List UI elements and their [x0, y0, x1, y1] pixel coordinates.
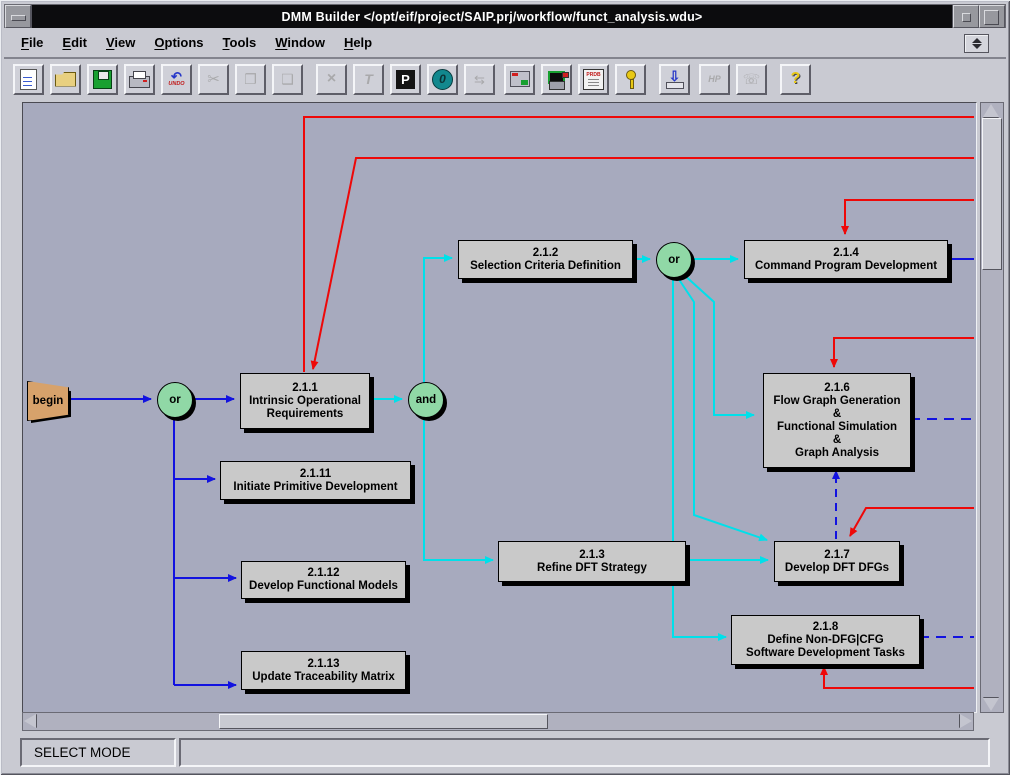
copy-button[interactable]: ❐ [235, 64, 266, 95]
cut-button[interactable]: ✂ [198, 64, 229, 95]
scroll-right-arrow[interactable] [960, 714, 972, 728]
menu-options[interactable]: Options [154, 35, 203, 50]
minimize-icon [962, 13, 971, 22]
hp-icon: HP [708, 75, 721, 84]
toolbar: UNDO ✂ ❐ ❑ × T P 0 ⇆ PRDB HP ☏ ? [4, 59, 1006, 99]
edge-red-to-2.1.6[interactable] [834, 338, 974, 367]
work-area: begin or and or 2.1.1 Intrinsic Operatio… [20, 100, 1003, 732]
menu-help[interactable]: Help [344, 35, 372, 50]
link-tool-button[interactable]: ⇆ [464, 64, 495, 95]
process-tool-button[interactable]: P [390, 64, 421, 95]
task-node-2-1-1[interactable]: 2.1.1 Intrinsic Operational Requirements [240, 373, 370, 429]
edge-and-2.1.3[interactable] [424, 417, 493, 560]
new-document-icon [20, 69, 37, 90]
mode-indicator: SELECT MODE [20, 738, 176, 767]
layers-button[interactable] [541, 64, 572, 95]
task-node-2-1-6[interactable]: 2.1.6 Flow Graph Generation & Functional… [763, 373, 911, 468]
pushpin-icon [626, 70, 636, 80]
junction-and[interactable]: and [408, 382, 444, 418]
scroll-up-arrow[interactable] [983, 104, 999, 117]
pane-sash-button[interactable] [964, 34, 989, 53]
menu-view[interactable]: View [106, 35, 135, 50]
title-bar: DMM Builder </opt/eif/project/SAIP.prj/w… [4, 4, 1006, 29]
workflow-canvas[interactable]: begin or and or 2.1.1 Intrinsic Operatio… [22, 102, 977, 713]
task-node-2-1-11[interactable]: 2.1.11 Initiate Primitive Development [220, 461, 411, 500]
printer-icon [129, 76, 150, 88]
edge-and-2.1.2[interactable] [424, 258, 452, 383]
machine-config-button[interactable] [504, 64, 535, 95]
scroll-left-arrow[interactable] [24, 714, 36, 728]
delete-button[interactable]: × [316, 64, 347, 95]
sash-up-icon [972, 38, 982, 43]
zero-circle-icon: 0 [432, 69, 453, 90]
horizontal-scroll-thumb[interactable] [219, 714, 548, 729]
task-node-2-1-3[interactable]: 2.1.3 Refine DFT Strategy [498, 541, 686, 582]
save-file-button[interactable] [87, 64, 118, 95]
scroll-down-arrow[interactable] [983, 698, 999, 711]
window-menu-icon [11, 15, 26, 21]
maximize-button[interactable] [979, 5, 1005, 28]
open-folder-icon [55, 72, 76, 87]
minimize-button[interactable] [953, 5, 979, 28]
maximize-icon [984, 10, 999, 25]
task-node-2-1-12[interactable]: 2.1.12 Develop Functional Models [241, 561, 406, 599]
prdb-form-icon: PRDB [583, 69, 604, 90]
help-button[interactable]: ? [780, 64, 811, 95]
pushpin-button[interactable] [615, 64, 646, 95]
phone-icon: ☏ [743, 72, 761, 86]
task-node-2-1-8[interactable]: 2.1.8 Define Non-DFG|CFG Software Develo… [731, 615, 920, 665]
edge-or2-2.1.8[interactable] [673, 276, 726, 637]
menu-window[interactable]: Window [275, 35, 325, 50]
menu-tools[interactable]: Tools [223, 35, 257, 50]
new-document-button[interactable] [13, 64, 44, 95]
task-node-2-1-4[interactable]: 2.1.4 Command Program Development [744, 240, 948, 279]
task-node-2-1-13[interactable]: 2.1.13 Update Traceability Matrix [241, 651, 406, 690]
prdb-form-button[interactable]: PRDB [578, 64, 609, 95]
print-button[interactable] [124, 64, 155, 95]
scissors-icon: ✂ [207, 72, 220, 87]
import-drop-button[interactable] [659, 64, 690, 95]
horizontal-scrollbar[interactable] [22, 712, 974, 731]
status-bar: SELECT MODE [4, 736, 1006, 769]
paste-button[interactable]: ❑ [272, 64, 303, 95]
dial-tool-button[interactable]: ☏ [736, 64, 767, 95]
vertical-scrollbar[interactable] [980, 102, 1004, 713]
layers-icon [548, 71, 565, 84]
edge-or2-2.1.7[interactable] [676, 275, 767, 540]
menu-file[interactable]: File [21, 35, 43, 50]
undo-button[interactable]: UNDO [161, 64, 192, 95]
window-title: DMM Builder </opt/eif/project/SAIP.prj/w… [31, 5, 953, 28]
help-question-icon: ? [791, 71, 801, 87]
begin-node[interactable]: begin [27, 381, 69, 421]
window-frame: DMM Builder </opt/eif/project/SAIP.prj/w… [0, 0, 1010, 775]
edge-red-to-2.1.8[interactable] [824, 667, 974, 688]
open-file-button[interactable] [50, 64, 81, 95]
vertical-scroll-thumb[interactable] [982, 118, 1002, 270]
zero-tool-button[interactable]: 0 [427, 64, 458, 95]
edge-or2-2.1.6[interactable] [682, 273, 754, 415]
junction-or-2[interactable]: or [656, 242, 692, 278]
machine-icon [510, 71, 530, 87]
text-tool-icon: T [364, 72, 373, 86]
junction-or-1[interactable]: or [157, 382, 193, 418]
undo-icon: UNDO [168, 71, 184, 88]
edge-red-to-2.1.4[interactable] [845, 200, 974, 234]
task-node-2-1-7[interactable]: 2.1.7 Develop DFT DFGs [774, 541, 900, 582]
window-menu-button[interactable] [5, 5, 31, 28]
edge-red-to-2.1.7[interactable] [850, 508, 974, 536]
link-arrows-icon: ⇆ [474, 73, 485, 86]
clipboard-icon: ❑ [281, 72, 294, 86]
copy-icon: ❐ [244, 72, 257, 86]
floppy-disk-icon [93, 70, 112, 89]
hp-tool-button[interactable]: HP [699, 64, 730, 95]
p-block-icon: P [396, 70, 415, 89]
menu-edit[interactable]: Edit [62, 35, 87, 50]
status-message-area [179, 738, 990, 767]
task-node-2-1-2[interactable]: 2.1.2 Selection Criteria Definition [458, 240, 633, 279]
sash-down-icon [972, 44, 982, 49]
text-tool-button[interactable]: T [353, 64, 384, 95]
delete-x-icon: × [327, 71, 336, 87]
import-arrow-icon [666, 70, 684, 89]
menu-bar: File Edit View Options Tools Window Help [4, 28, 1006, 59]
